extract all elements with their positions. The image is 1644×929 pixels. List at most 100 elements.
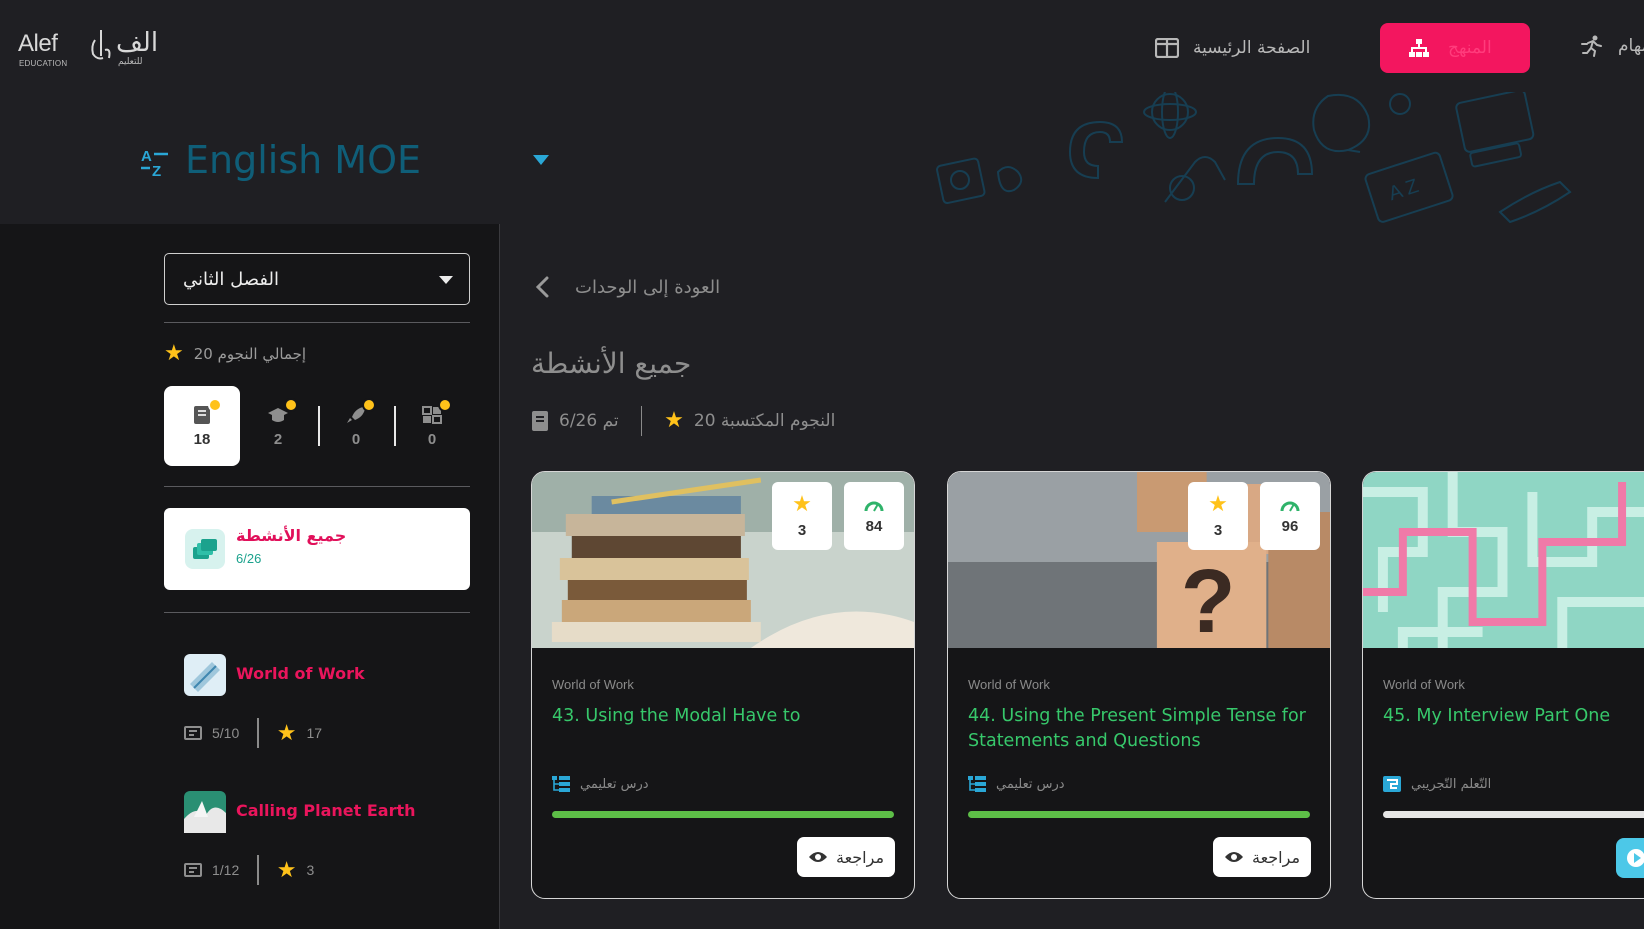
logo-sub-ar: للتعليم <box>118 57 143 67</box>
term-select-value: الفصل الثاني <box>183 268 279 290</box>
play-icon <box>1627 849 1644 867</box>
nav-tasks-label: مهام <box>1618 36 1644 56</box>
back-to-units-link[interactable]: العودة إلى الوحدات <box>535 276 720 298</box>
score-value: 96 <box>1281 517 1299 535</box>
all-activities-item[interactable]: جميع الأنشطة 6/26 <box>164 508 470 590</box>
puzzle-icon <box>421 397 452 425</box>
stat-value: 18 <box>193 430 211 448</box>
unit-thumbnail <box>184 791 226 833</box>
card-progress-bar <box>1383 811 1644 818</box>
stat-value: 0 <box>427 430 437 448</box>
nav-curriculum-label: المنهج <box>1448 38 1492 58</box>
review-label: مراجعة <box>1251 847 1301 867</box>
unit-meta: 5/10 ★ 17 <box>184 718 322 748</box>
divider <box>164 486 470 487</box>
star-icon: ★ <box>664 408 684 433</box>
subject-dropdown-icon[interactable] <box>533 155 549 165</box>
decorative-doodles: A Z <box>936 92 1572 224</box>
speedometer-icon <box>1280 501 1300 511</box>
activities-stack-icon <box>185 529 225 569</box>
stars-badge: ★ 3 <box>772 482 832 550</box>
card-type: درس تعليمي <box>968 776 1065 792</box>
review-button[interactable]: مراجعة <box>797 837 895 877</box>
stat-challenges[interactable]: 0 <box>318 386 394 466</box>
star-icon: ★ <box>276 720 297 745</box>
card-unit-name: World of Work <box>1383 677 1465 692</box>
alef-logo[interactable]: Alef الف EDUCATION للتعليم <box>18 26 158 70</box>
eye-icon <box>808 852 827 862</box>
review-label: مراجعة <box>835 847 885 867</box>
score-badge: 84 <box>844 482 904 550</box>
page-title: جميع الأنشطة <box>531 347 692 380</box>
card-unit-name: World of Work <box>552 677 634 692</box>
lessons-icon <box>184 726 202 740</box>
nav-curriculum-button[interactable]: المنهج <box>1380 23 1530 73</box>
card-type: التّعلم التّجريبي <box>1383 776 1491 792</box>
chevron-down-icon <box>439 276 453 284</box>
activity-card[interactable]: 84 ★ 3 World of Work 43. Using the Modal… <box>531 471 915 899</box>
svg-text:Z: Z <box>152 163 161 178</box>
nav-tasks-button[interactable]: مهام <box>1580 34 1644 58</box>
all-activities-progress: 6/26 <box>236 551 262 566</box>
lesson-type-icon <box>552 776 570 792</box>
nav-home-button[interactable]: الصفحة الرئيسية <box>1155 34 1310 62</box>
top-bar: Alef الف EDUCATION للتعليم الصفحة الرئيس… <box>0 0 1644 92</box>
divider <box>164 322 470 323</box>
divider <box>164 612 470 613</box>
card-unit-name: World of Work <box>968 677 1050 692</box>
unit-progress: 5/10 <box>212 725 240 741</box>
activities-summary: تم 6/26 ★ النجوم المكتسبة 20 <box>531 406 835 436</box>
nav-home-label: الصفحة الرئيسية <box>1193 38 1311 58</box>
stars-total-label: إجمالي النجوم 20 <box>193 345 307 363</box>
card-type-label: درس تعليمي <box>996 776 1065 792</box>
play-button[interactable] <box>1616 838 1644 878</box>
stat-lessons[interactable]: 18 <box>164 386 240 466</box>
svg-text:A: A <box>141 148 152 165</box>
activity-card[interactable]: World of Work 45. My Interview Part One … <box>1362 471 1644 899</box>
unit-meta: 1/12 ★ 3 <box>184 855 314 885</box>
card-type-label: التّعلم التّجريبي <box>1411 776 1492 792</box>
card-title: 45. My Interview Part One <box>1383 706 1611 726</box>
logo-text-ar: الف <box>116 28 159 58</box>
card-title: 44. Using the Present Simple Tense for S… <box>968 706 1306 751</box>
unit-stars: 17 <box>306 725 323 741</box>
card-type-label: درس تعليمي <box>580 776 649 792</box>
score-value: 84 <box>865 517 883 535</box>
layout-icon <box>1155 38 1179 58</box>
unit-item[interactable]: World of Work 5/10 ★ 17 <box>184 654 474 750</box>
stars-value: 3 <box>797 521 807 539</box>
stars-badge: ★ 3 <box>1188 482 1248 550</box>
book-icon <box>191 397 222 425</box>
unit-progress: 1/12 <box>212 862 240 878</box>
language-az-icon: A Z <box>141 148 168 178</box>
review-button[interactable]: مراجعة <box>1213 837 1311 877</box>
term-select[interactable]: الفصل الثاني <box>164 253 470 305</box>
completed-count: تم 6/26 <box>559 411 619 431</box>
all-activities-title: جميع الأنشطة <box>236 526 347 545</box>
stat-assessments[interactable]: 2 <box>240 386 316 466</box>
logo-sub-en: EDUCATION <box>19 59 68 68</box>
book-icon <box>532 411 548 431</box>
stars-earned: النجوم المكتسبة 20 <box>693 411 836 431</box>
graduation-cap-icon <box>267 397 298 425</box>
card-progress-bar <box>552 811 894 818</box>
activity-type-stats: 18 2 0 0 <box>164 386 470 466</box>
stars-value: 3 <box>1213 521 1223 539</box>
back-label: العودة إلى الوحدات <box>575 276 721 298</box>
stat-puzzles[interactable]: 0 <box>394 386 470 466</box>
activity-card[interactable]: ? 96 ★ 3 World of Work 44. Using the Pre… <box>947 471 1331 899</box>
unit-item[interactable]: Calling Planet Earth 1/12 ★ 3 <box>184 791 474 887</box>
eye-icon <box>1224 852 1243 862</box>
star-icon: ★ <box>276 857 297 882</box>
stat-value: 2 <box>273 430 283 448</box>
unit-stars: 3 <box>306 862 315 878</box>
score-badge: 96 <box>1260 482 1320 550</box>
chevron-left-icon <box>535 276 549 298</box>
svg-text:?: ? <box>1181 552 1236 648</box>
subject-title[interactable]: English MOE <box>185 138 421 182</box>
hierarchy-icon <box>1409 39 1429 57</box>
speedometer-icon <box>864 501 884 511</box>
logo-mark-icon <box>91 30 111 60</box>
card-type: درس تعليمي <box>552 776 649 792</box>
lesson-type-icon <box>968 776 986 792</box>
